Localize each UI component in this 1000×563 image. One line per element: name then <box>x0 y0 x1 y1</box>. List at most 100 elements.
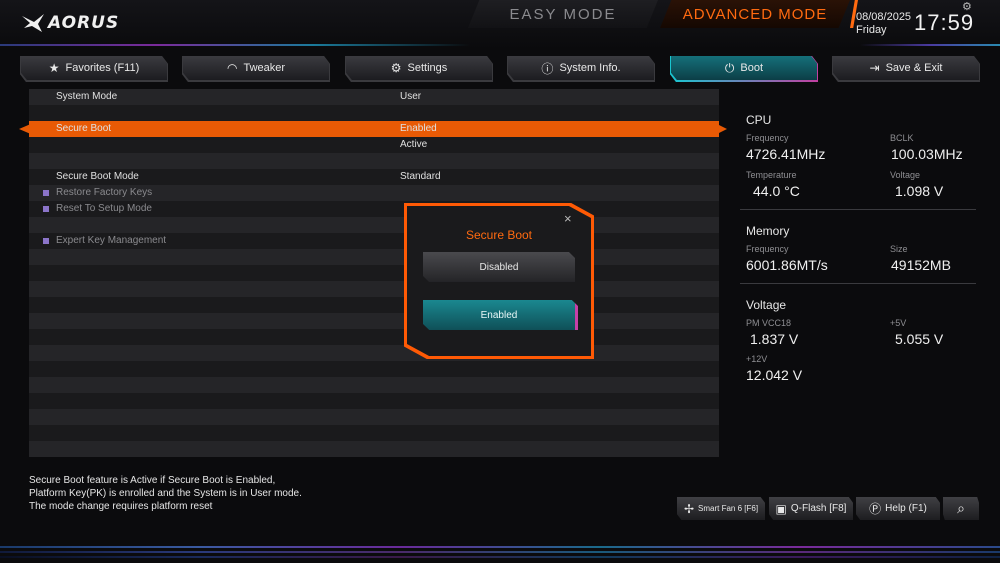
speedometer-icon: ◠ <box>226 61 238 75</box>
bclk-value: 100.03MHz <box>891 146 963 162</box>
easy-mode-button[interactable]: EASY MODE <box>468 0 658 28</box>
setting-value: Active <box>400 139 428 150</box>
smart-fan-button[interactable]: ✢ Smart Fan 6 [F6] <box>677 497 765 520</box>
memory-frequency-label: Frequency <box>746 244 789 254</box>
setting-row-reset-to-setup-mode[interactable]: Reset To Setup Mode <box>29 201 719 217</box>
help-line: The mode change requires platform reset <box>29 501 213 512</box>
qflash-button[interactable]: ▣ Q-Flash [F8] <box>769 497 853 520</box>
setting-row-empty <box>29 249 719 265</box>
logo-text: AORUS <box>48 13 120 33</box>
setting-row-empty <box>29 409 719 425</box>
setting-value: Standard <box>400 171 441 182</box>
option-enabled-button[interactable]: Enabled <box>423 300 578 330</box>
setting-row-empty <box>29 377 719 393</box>
bclk-label: BCLK <box>890 133 914 143</box>
gear-icon[interactable]: ⚙ <box>962 0 972 13</box>
decor-streak <box>860 44 1000 46</box>
fan-icon: ✢ <box>683 501 695 516</box>
tab-label: Save & Exit <box>885 62 943 74</box>
divider <box>740 283 976 284</box>
setting-row-empty <box>29 393 719 409</box>
gear-icon: ⚙ <box>390 61 402 75</box>
pm-vcc18-value: 1.837 V <box>750 331 799 347</box>
plus12v-label: +12V <box>746 354 768 364</box>
setting-row-restore-factory-keys[interactable]: Restore Factory Keys <box>29 185 719 201</box>
setting-label: Secure Boot <box>56 123 112 134</box>
date-display: 08/08/2025 Friday <box>856 11 911 37</box>
dialog-title: Secure Boot <box>465 228 533 242</box>
setting-row-system-mode[interactable]: System Mode User <box>29 89 719 105</box>
setting-row-empty <box>29 281 719 297</box>
voltage-heading: Voltage <box>746 298 787 312</box>
memory-size-label: Size <box>890 244 908 254</box>
setting-row-secure-boot[interactable]: Secure Boot Enabled <box>29 121 719 137</box>
cpu-voltage-value: 1.098 V <box>895 183 944 199</box>
aorus-logo: AORUS <box>22 12 119 34</box>
secure-boot-dialog: × Secure Boot Disabled Enabled <box>407 206 591 356</box>
date-text: 08/08/2025 <box>856 11 912 23</box>
bottom-decor <box>0 540 1000 563</box>
settings-list: System Mode User Secure Boot Enabled Act… <box>19 89 727 461</box>
setting-row-empty <box>29 441 719 457</box>
setting-row-empty <box>29 217 719 233</box>
memory-heading: Memory <box>746 224 790 238</box>
option-disabled-button[interactable]: Disabled <box>423 252 575 282</box>
decor-streak <box>0 44 470 46</box>
help-button[interactable]: Ⓟ Help (F1) <box>856 497 940 520</box>
setting-label: Reset To Setup Mode <box>56 203 152 214</box>
decor-streak <box>0 546 1000 548</box>
info-icon: ⓘ <box>541 61 554 76</box>
submenu-bullet-icon <box>43 238 49 244</box>
star-folder-icon: ★ <box>48 61 60 75</box>
cpu-frequency-label: Frequency <box>746 133 789 143</box>
cpu-temperature-label: Temperature <box>746 170 797 180</box>
help-line: Platform Key(PK) is enrolled and the Sys… <box>29 488 302 499</box>
help-description: Secure Boot feature is Active if Secure … <box>29 474 302 513</box>
power-icon: ⏻ <box>724 60 735 75</box>
setting-label: Expert Key Management <box>56 235 167 246</box>
tab-label: Favorites (F11) <box>65 62 140 74</box>
tab-label: Settings <box>407 62 448 74</box>
setting-row-expert-key-management[interactable]: Expert Key Management <box>29 233 719 249</box>
selection-marker-right <box>715 123 727 135</box>
plus12v-value: 12.042 V <box>746 367 803 383</box>
setting-row-empty <box>29 153 719 169</box>
tab-label: Tweaker <box>243 62 286 74</box>
setting-row-empty <box>29 329 719 345</box>
tab-boot[interactable]: ⏻ Boot <box>671 56 817 80</box>
tab-favorites[interactable]: ★ Favorites (F11) <box>21 56 167 80</box>
plus5v-value: 5.055 V <box>895 331 944 347</box>
tab-save-exit[interactable]: ⇥ Save & Exit <box>833 56 979 80</box>
submenu-bullet-icon <box>43 190 49 196</box>
search-button[interactable]: ⌕ <box>943 497 979 520</box>
tab-system-info[interactable]: ⓘ System Info. <box>508 56 654 80</box>
exit-icon: ⇥ <box>869 61 880 75</box>
chip-icon: ▣ <box>775 501 787 516</box>
setting-label: System Mode <box>56 91 118 102</box>
setting-row-empty <box>29 265 719 281</box>
setting-label: Restore Factory Keys <box>56 187 153 198</box>
help-icon: Ⓟ <box>869 502 882 516</box>
setting-row-empty <box>29 345 719 361</box>
tab-tweaker[interactable]: ◠ Tweaker <box>183 56 329 80</box>
plus5v-label: +5V <box>890 318 907 328</box>
decor-streak <box>0 556 1000 558</box>
setting-value: Enabled <box>400 123 437 134</box>
memory-size-value: 49152MB <box>891 257 951 273</box>
close-icon[interactable]: × <box>564 211 572 226</box>
submenu-bullet-icon <box>43 206 49 212</box>
pm-vcc18-label: PM VCC18 <box>746 318 792 328</box>
advanced-mode-button[interactable]: ADVANCED MODE <box>660 0 850 28</box>
setting-row-secure-boot-mode[interactable]: Secure Boot Mode Standard <box>29 169 719 185</box>
hardware-info-panel: CPU Frequency 4726.41MHz BCLK 100.03MHz … <box>740 105 980 405</box>
qflash-label: Q-Flash [F8] <box>790 503 847 514</box>
cpu-temperature-value: 44.0 °C <box>753 183 800 199</box>
search-icon: ⌕ <box>957 500 965 516</box>
help-label: Help (F1) <box>885 503 927 514</box>
tab-label: Boot <box>740 62 764 74</box>
tab-settings[interactable]: ⚙ Settings <box>346 56 492 80</box>
setting-row-secure-boot-status: Active <box>29 137 719 153</box>
clock: 17:59 <box>914 10 975 35</box>
setting-row-empty <box>29 313 719 329</box>
setting-row-empty <box>29 297 719 313</box>
